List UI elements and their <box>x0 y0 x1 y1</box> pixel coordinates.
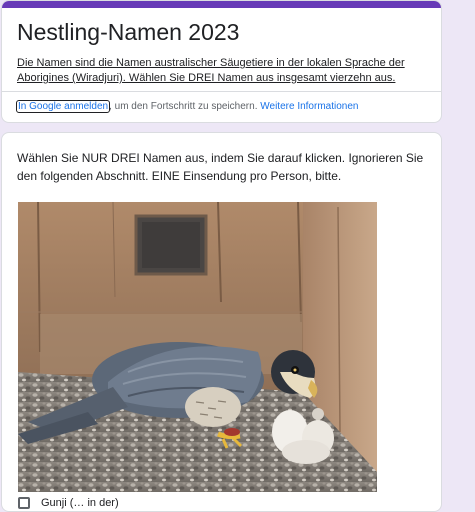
form-description: Die Namen sind die Namen australischer S… <box>17 57 405 84</box>
more-info-link[interactable]: Weitere Informationen <box>260 101 358 112</box>
header-accent-bar <box>2 1 441 8</box>
option-label: Gunji (… in der) <box>41 497 119 509</box>
question-card: Wählen Sie NUR DREI Namen aus, indem Sie… <box>1 132 442 512</box>
signin-hint-text: , um den Fortschritt zu speichern. <box>109 101 258 112</box>
option-row: Gunji (… in der) <box>18 497 119 509</box>
header-divider <box>2 91 441 92</box>
google-signin-link[interactable]: In Google anmelden <box>15 100 111 113</box>
signin-row: In Google anmelden, um den Fortschritt z… <box>15 100 358 114</box>
form-title: Nestling-Namen 2023 <box>17 19 240 45</box>
falcon-nest-photo <box>18 202 377 492</box>
option-checkbox[interactable] <box>18 497 30 509</box>
form-header-card: Nestling-Namen 2023 Die Namen sind die N… <box>1 0 442 123</box>
question-text: Wählen Sie NUR DREI Namen aus, indem Sie… <box>17 151 424 183</box>
